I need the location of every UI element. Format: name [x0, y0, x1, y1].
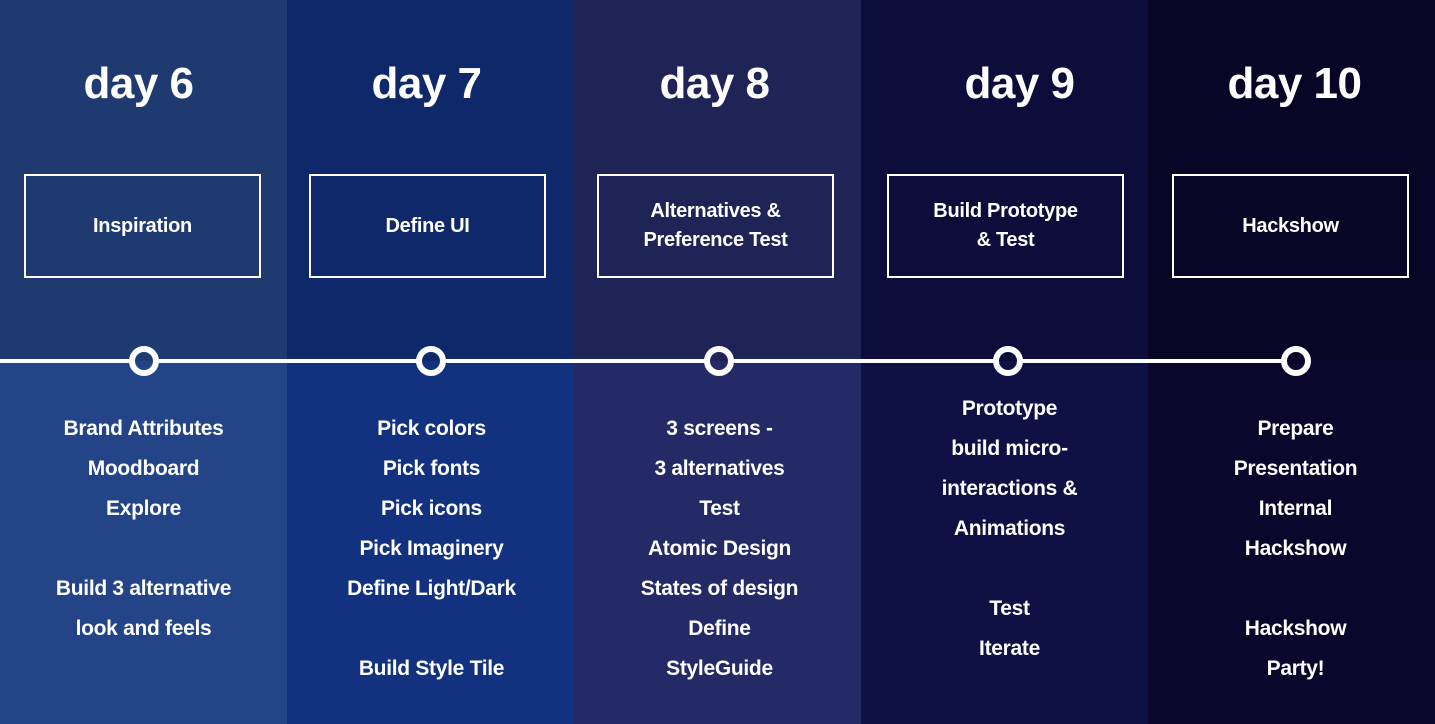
phase-box: Hackshow — [1172, 174, 1409, 278]
task-spacer — [866, 549, 1153, 589]
timeline-line — [0, 359, 1296, 363]
task-item: Prepare — [1257, 417, 1334, 440]
phase-label: Hackshow — [1242, 214, 1339, 237]
task-item: Hackshow — [1244, 617, 1347, 640]
phase-box: Build Prototype & Test — [887, 174, 1124, 278]
task-item: look and feels — [75, 617, 212, 640]
milestone-circle-icon — [1281, 346, 1311, 376]
task-item: interactions & — [941, 477, 1078, 500]
task-item: StyleGuide — [666, 657, 773, 680]
task-item: Define Light/Dark — [347, 577, 516, 600]
phase-box: Define UI — [309, 174, 546, 278]
day-title: day 6 — [83, 59, 194, 108]
phase-box: Alternatives & Preference Test — [597, 174, 834, 278]
task-item: Pick icons — [381, 497, 482, 520]
task-item: build micro- — [951, 437, 1068, 460]
task-item: Internal — [1258, 497, 1333, 520]
task-list: 3 screens - 3 alternatives Test Atomic D… — [576, 409, 863, 689]
task-item: Iterate — [979, 637, 1040, 660]
task-list: Prototype build micro- interactions & An… — [866, 389, 1153, 669]
task-item: Test — [699, 497, 740, 520]
phase-box: Inspiration — [24, 174, 261, 278]
task-item: Build Style Tile — [358, 657, 505, 680]
phase-label: Preference Test — [643, 229, 788, 251]
phase-label: Build Prototype — [933, 200, 1078, 222]
day-title: day 7 — [371, 59, 482, 108]
task-item: Explore — [106, 497, 181, 520]
task-item: Define — [688, 617, 751, 640]
task-item: Brand Attributes — [63, 417, 224, 440]
task-item: Build 3 alternative — [55, 577, 232, 600]
task-item: Animations — [953, 517, 1066, 540]
task-spacer — [1152, 569, 1435, 609]
task-item: Pick Imaginery — [359, 537, 504, 560]
day-title: day 10 — [1227, 59, 1362, 108]
task-item: Atomic Design — [647, 537, 792, 560]
timeline-diagram: day 6 Inspiration Brand Attributes Moodb… — [0, 0, 1435, 724]
day-title: day 8 — [659, 59, 770, 108]
task-spacer — [0, 529, 287, 569]
task-item: Moodboard — [87, 457, 200, 480]
task-item: States of design — [640, 577, 799, 600]
task-spacer — [288, 609, 575, 649]
day-title: day 9 — [964, 59, 1075, 108]
phase-label: & Test — [976, 229, 1035, 251]
task-list: Prepare Presentation Internal Hackshow H… — [1152, 409, 1435, 689]
task-item: Hackshow — [1244, 537, 1347, 560]
task-item: Presentation — [1233, 457, 1358, 480]
milestone-circle-icon — [416, 346, 446, 376]
phase-label: Alternatives & — [650, 200, 781, 222]
task-item: Pick colors — [377, 417, 486, 440]
task-list: Brand Attributes Moodboard Explore Build… — [0, 409, 287, 649]
phase-label: Inspiration — [93, 214, 192, 237]
task-item: 3 alternatives — [654, 457, 785, 480]
task-item: Pick fonts — [382, 457, 481, 480]
task-item: Prototype — [961, 397, 1058, 420]
milestone-circle-icon — [993, 346, 1023, 376]
phase-label: Define UI — [385, 214, 470, 237]
task-list: Pick colors Pick fonts Pick icons Pick I… — [288, 409, 575, 689]
milestone-circle-icon — [704, 346, 734, 376]
task-item: Test — [989, 597, 1030, 620]
milestone-circle-icon — [129, 346, 159, 376]
task-item: 3 screens - — [666, 417, 773, 440]
task-item: Party! — [1266, 657, 1325, 680]
